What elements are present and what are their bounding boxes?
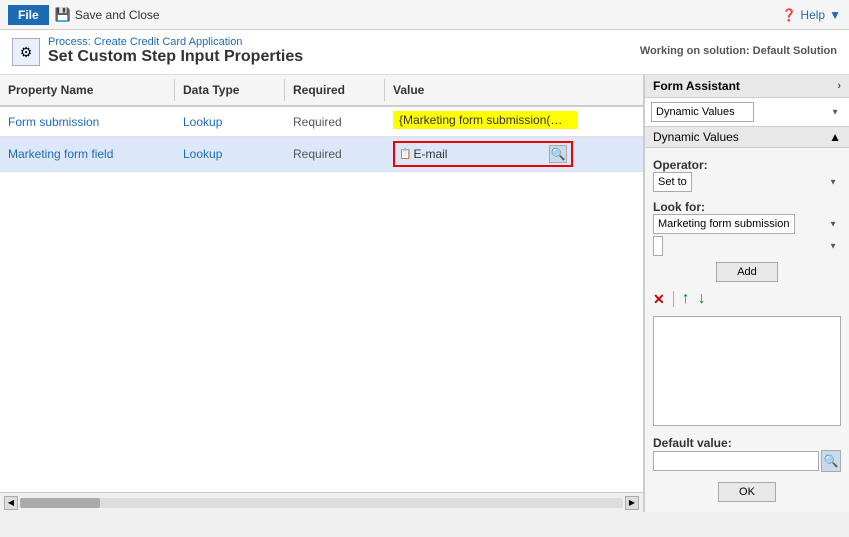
col-header-property: Property Name xyxy=(0,79,175,101)
default-value-label: Default value: xyxy=(653,436,841,450)
row1-datatype: Lookup xyxy=(175,111,285,133)
look-for-section: Look for: Marketing form submission xyxy=(653,198,841,256)
row2-value: 📋 E-mail 🔍 xyxy=(385,137,643,171)
dynamic-values-select[interactable]: Dynamic Values xyxy=(651,102,754,122)
dynamic-values-wrapper: Dynamic Values xyxy=(651,102,843,122)
row1-value: {Marketing form submission(Mark xyxy=(385,107,643,136)
look-for-sub-select-wrapper xyxy=(653,236,841,256)
scroll-left-button[interactable]: ◀ xyxy=(4,496,18,510)
ok-button[interactable]: OK xyxy=(718,482,776,502)
help-dropdown-icon: ▼ xyxy=(829,8,841,22)
default-value-input[interactable] xyxy=(653,451,819,471)
operator-section: Operator: Set to xyxy=(653,156,841,192)
form-assistant-title: Form Assistant xyxy=(653,79,740,93)
email-value-text: E-mail xyxy=(413,147,547,161)
form-assistant-panel: Form Assistant › Dynamic Values Dynamic … xyxy=(644,75,849,512)
scroll-right-button[interactable]: ▶ xyxy=(625,496,639,510)
form-assistant-body: Operator: Set to Look for: Marketing for… xyxy=(645,148,849,512)
look-for-select[interactable]: Marketing form submission xyxy=(653,214,795,234)
table-row: Form submission Lookup Required {Marketi… xyxy=(0,107,643,137)
gear-icon: ⚙ xyxy=(20,44,33,61)
form-assistant-header: Form Assistant › xyxy=(645,75,849,98)
solution-label: Working on solution: Default Solution xyxy=(640,45,837,57)
chevron-right-icon[interactable]: › xyxy=(837,80,841,92)
default-value-input-row: 🔍 xyxy=(653,450,841,472)
horizontal-scrollbar[interactable]: ◀ ▶ xyxy=(0,492,643,512)
default-value-section: Default value: 🔍 xyxy=(653,432,841,472)
row2-property[interactable]: Marketing form field xyxy=(0,143,175,165)
look-for-select-wrapper: Marketing form submission xyxy=(653,214,841,234)
table-body: Form submission Lookup Required {Marketi… xyxy=(0,107,643,492)
lookup-icon: 🔍 xyxy=(551,147,566,161)
header-text: Process: Create Credit Card Application … xyxy=(48,36,303,66)
col-header-datatype: Data Type xyxy=(175,79,285,101)
row1-value-highlight[interactable]: {Marketing form submission(Mark xyxy=(393,111,578,129)
dynamic-values-section[interactable]: Dynamic Values ▲ xyxy=(645,127,849,148)
email-field-container[interactable]: 📋 E-mail 🔍 xyxy=(393,141,573,167)
divider xyxy=(673,291,674,307)
page-header: ⚙ Process: Create Credit Card Applicatio… xyxy=(0,30,849,75)
col-header-required: Required xyxy=(285,79,385,101)
default-lookup-icon: 🔍 xyxy=(824,454,839,468)
page-title: Set Custom Step Input Properties xyxy=(48,48,303,66)
save-close-button[interactable]: 💾 Save and Close xyxy=(55,7,160,23)
look-for-sub-select[interactable] xyxy=(653,236,663,256)
delete-icon[interactable]: ✕ xyxy=(653,291,665,308)
row1-required: Required xyxy=(285,111,385,133)
breadcrumb: Process: Create Credit Card Application xyxy=(48,36,303,48)
scroll-thumb xyxy=(20,498,100,508)
help-icon: ❓ xyxy=(781,8,796,22)
help-button[interactable]: ❓ Help ▼ xyxy=(781,8,841,22)
header-icon: ⚙ xyxy=(12,38,40,66)
file-button[interactable]: File xyxy=(8,5,49,25)
row1-property[interactable]: Form submission xyxy=(0,111,175,133)
add-button[interactable]: Add xyxy=(716,262,778,282)
dynamic-values-select-row: Dynamic Values xyxy=(645,98,849,127)
default-lookup-button[interactable]: 🔍 xyxy=(821,450,841,472)
toolbar-left: File 💾 Save and Close xyxy=(8,5,160,25)
col-header-value: Value xyxy=(385,79,643,101)
main-layout: Property Name Data Type Required Value F… xyxy=(0,75,849,512)
table-header: Property Name Data Type Required Value xyxy=(0,75,643,107)
add-button-container: Add xyxy=(653,262,841,282)
values-list-box[interactable] xyxy=(653,316,841,426)
email-icon: 📋 xyxy=(399,149,411,160)
table-row: Marketing form field Lookup Required 📋 E… xyxy=(0,137,643,172)
dynamic-values-section-label: Dynamic Values xyxy=(653,130,739,144)
action-row: ✕ ↑ ↓ xyxy=(653,288,841,310)
operator-label: Operator: xyxy=(653,158,841,172)
save-close-label: Save and Close xyxy=(75,8,160,22)
move-up-icon[interactable]: ↑ xyxy=(682,290,690,308)
move-down-icon[interactable]: ↓ xyxy=(698,290,706,308)
save-icon: 💾 xyxy=(55,7,71,23)
help-label: Help xyxy=(800,8,825,22)
table-area: Property Name Data Type Required Value F… xyxy=(0,75,644,512)
collapse-icon: ▲ xyxy=(829,130,841,144)
row2-datatype: Lookup xyxy=(175,143,285,165)
look-for-label: Look for: xyxy=(653,200,841,214)
operator-select[interactable]: Set to xyxy=(653,172,692,192)
operator-select-wrapper: Set to xyxy=(653,172,841,192)
row2-required: Required xyxy=(285,143,385,165)
toolbar: File 💾 Save and Close ❓ Help ▼ xyxy=(0,0,849,30)
ok-button-container: OK xyxy=(653,478,841,504)
scroll-track[interactable] xyxy=(20,498,623,508)
lookup-button[interactable]: 🔍 xyxy=(549,145,567,163)
